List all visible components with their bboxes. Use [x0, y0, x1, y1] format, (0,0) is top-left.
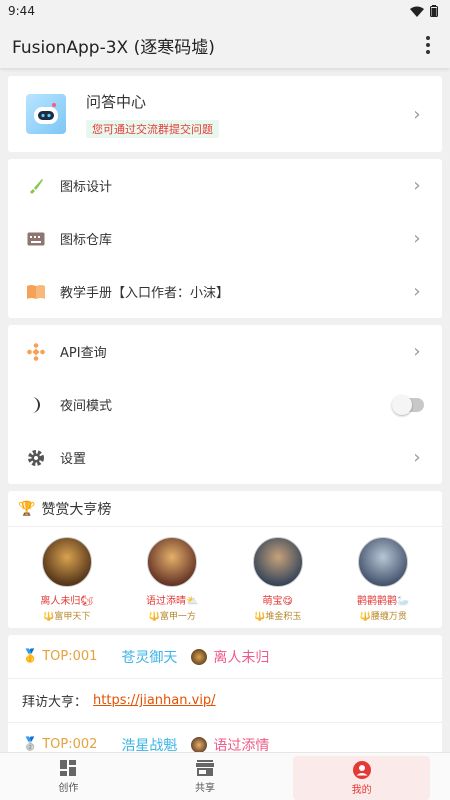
visit-row: 拜访大亨： https://jianhan.vip/	[8, 679, 442, 723]
visit-label: 拜访大亨：	[22, 695, 88, 710]
menu-item-icon-repo[interactable]: 图标仓库 ›	[8, 212, 442, 265]
rank-name: 萌宝😋	[262, 596, 293, 607]
chevron-right-icon: ›	[413, 175, 421, 196]
rank-name: 离人未归🐿	[40, 596, 94, 607]
nav-create-label: 创作	[58, 783, 79, 794]
rank-title: 🔱堆金积玉	[254, 612, 302, 622]
chevron-right-icon: ›	[413, 447, 421, 468]
rank-name: 鹳鹳鹳鹳🦢	[357, 596, 410, 607]
visit-link[interactable]: https://jianhan.vip/	[93, 693, 216, 708]
book-icon	[26, 282, 46, 302]
menu-item-api[interactable]: API查询 ›	[8, 325, 442, 378]
menu-item-label: 设置	[60, 452, 87, 467]
menu-item-manual[interactable]: 教学手册【入口作者：小沫】 ›	[8, 265, 442, 318]
rank-name: 语过添晴⛅	[146, 596, 199, 607]
chevron-right-icon: ›	[413, 103, 421, 125]
nav-share[interactable]: 共享	[137, 753, 274, 800]
gear-icon	[26, 448, 46, 468]
main-content: 问答中心 您可通过交流群提交问题 › 图标设计 › 图标仓库 › 教学手册【入口…	[0, 68, 450, 752]
menu-item-label: API查询	[60, 346, 107, 361]
menu-item-label: 教学手册【入口作者：小沫】	[60, 286, 230, 301]
nav-share-label: 共享	[195, 783, 215, 794]
menu-item-night-mode: 夜间模式	[8, 378, 442, 431]
rank-item[interactable]: 离人未归🐿 🔱富甲天下	[22, 537, 112, 622]
top-user: 语过添情	[213, 737, 270, 753]
settings-card: API查询 › 夜间模式 设置 ›	[8, 325, 442, 484]
silver-medal-icon: 🥈	[22, 737, 39, 752]
status-time: 9:44	[8, 4, 35, 18]
qa-title: 问答中心	[86, 92, 147, 111]
chevron-right-icon: ›	[413, 228, 421, 249]
avatar	[41, 537, 92, 587]
rank-title: 🔱富甲一方	[148, 612, 196, 622]
menu-item-icon-design[interactable]: 图标设计 ›	[8, 159, 442, 212]
avatar	[358, 537, 409, 587]
menu-item-label: 夜间模式	[60, 399, 113, 414]
qa-center-card[interactable]: 问答中心 您可通过交流群提交问题 ›	[8, 76, 442, 152]
avatar	[191, 648, 208, 665]
rank-item[interactable]: 萌宝😋 🔱堆金积玉	[233, 537, 323, 622]
account-icon	[352, 760, 371, 779]
nav-mine[interactable]: 我的	[293, 756, 431, 800]
dashboard-icon	[59, 759, 77, 777]
ranking-title: 赞赏大亨榜	[41, 501, 112, 518]
wifi-icon	[410, 6, 424, 17]
moon-icon	[26, 395, 46, 415]
status-icons	[410, 5, 438, 17]
menu-item-settings[interactable]: 设置 ›	[8, 431, 442, 484]
top-id: TOP:001	[42, 649, 98, 664]
nav-mine-label: 我的	[351, 784, 372, 796]
qa-subtitle: 您可通过交流群提交问题	[86, 119, 219, 138]
app-title: FusionApp-3X (逐寒码墟)	[12, 37, 215, 58]
top-user: 离人未归	[213, 649, 270, 666]
trophy-icon: 🏆	[18, 500, 36, 517]
chevron-right-icon: ›	[413, 341, 421, 362]
brush-icon	[26, 176, 46, 196]
top-row[interactable]: 🥇 TOP:001 苍灵御天 离人未归	[8, 635, 442, 679]
rank-title: 🔱腰缠万贯	[359, 612, 407, 622]
avatar	[147, 537, 198, 587]
top-id: TOP:002	[42, 737, 98, 752]
rank-item[interactable]: 鹳鹳鹳鹳🦢 🔱腰缠万贯	[338, 537, 428, 622]
top-row[interactable]: 🥈 TOP:002 浩星战魁 语过添情	[8, 723, 442, 752]
robot-avatar-icon	[26, 94, 66, 134]
avatar	[252, 537, 303, 587]
nav-create[interactable]: 创作	[0, 753, 137, 800]
chevron-right-icon: ›	[413, 281, 421, 302]
keyboard-icon	[26, 229, 46, 249]
rank-item[interactable]: 语过添晴⛅ 🔱富甲一方	[127, 537, 217, 622]
bottom-nav: 创作 共享 我的	[0, 752, 450, 800]
menu-item-label: 图标仓库	[60, 233, 113, 248]
app-bar: FusionApp-3X (逐寒码墟)	[0, 22, 450, 68]
ranking-header: 🏆 赞赏大亨榜	[8, 491, 442, 527]
store-icon	[196, 759, 214, 777]
battery-icon	[430, 5, 438, 17]
api-icon	[26, 342, 46, 362]
menu-item-label: 图标设计	[60, 180, 113, 195]
top-name: 浩星战魁	[121, 737, 178, 753]
tools-card: 图标设计 › 图标仓库 › 教学手册【入口作者：小沫】 ›	[8, 159, 442, 318]
status-bar: 9:44	[0, 0, 450, 22]
rank-title: 🔱富甲天下	[43, 612, 91, 622]
avatar	[191, 736, 208, 752]
top-list-card: 🥇 TOP:001 苍灵御天 离人未归 拜访大亨： https://jianha…	[8, 635, 442, 752]
top-name: 苍灵御天	[121, 649, 178, 666]
night-mode-toggle[interactable]	[392, 394, 424, 415]
more-options-icon[interactable]	[418, 33, 438, 57]
gold-medal-icon: 🥇	[22, 649, 39, 664]
ranking-list: 离人未归🐿 🔱富甲天下 语过添晴⛅ 🔱富甲一方 萌宝😋 🔱堆金积玉 鹳鹳鹳鹳🦢 …	[8, 527, 442, 628]
ranking-card: 🏆 赞赏大亨榜 离人未归🐿 🔱富甲天下 语过添晴⛅ 🔱富甲一方 萌宝😋 🔱堆金积…	[8, 491, 442, 628]
